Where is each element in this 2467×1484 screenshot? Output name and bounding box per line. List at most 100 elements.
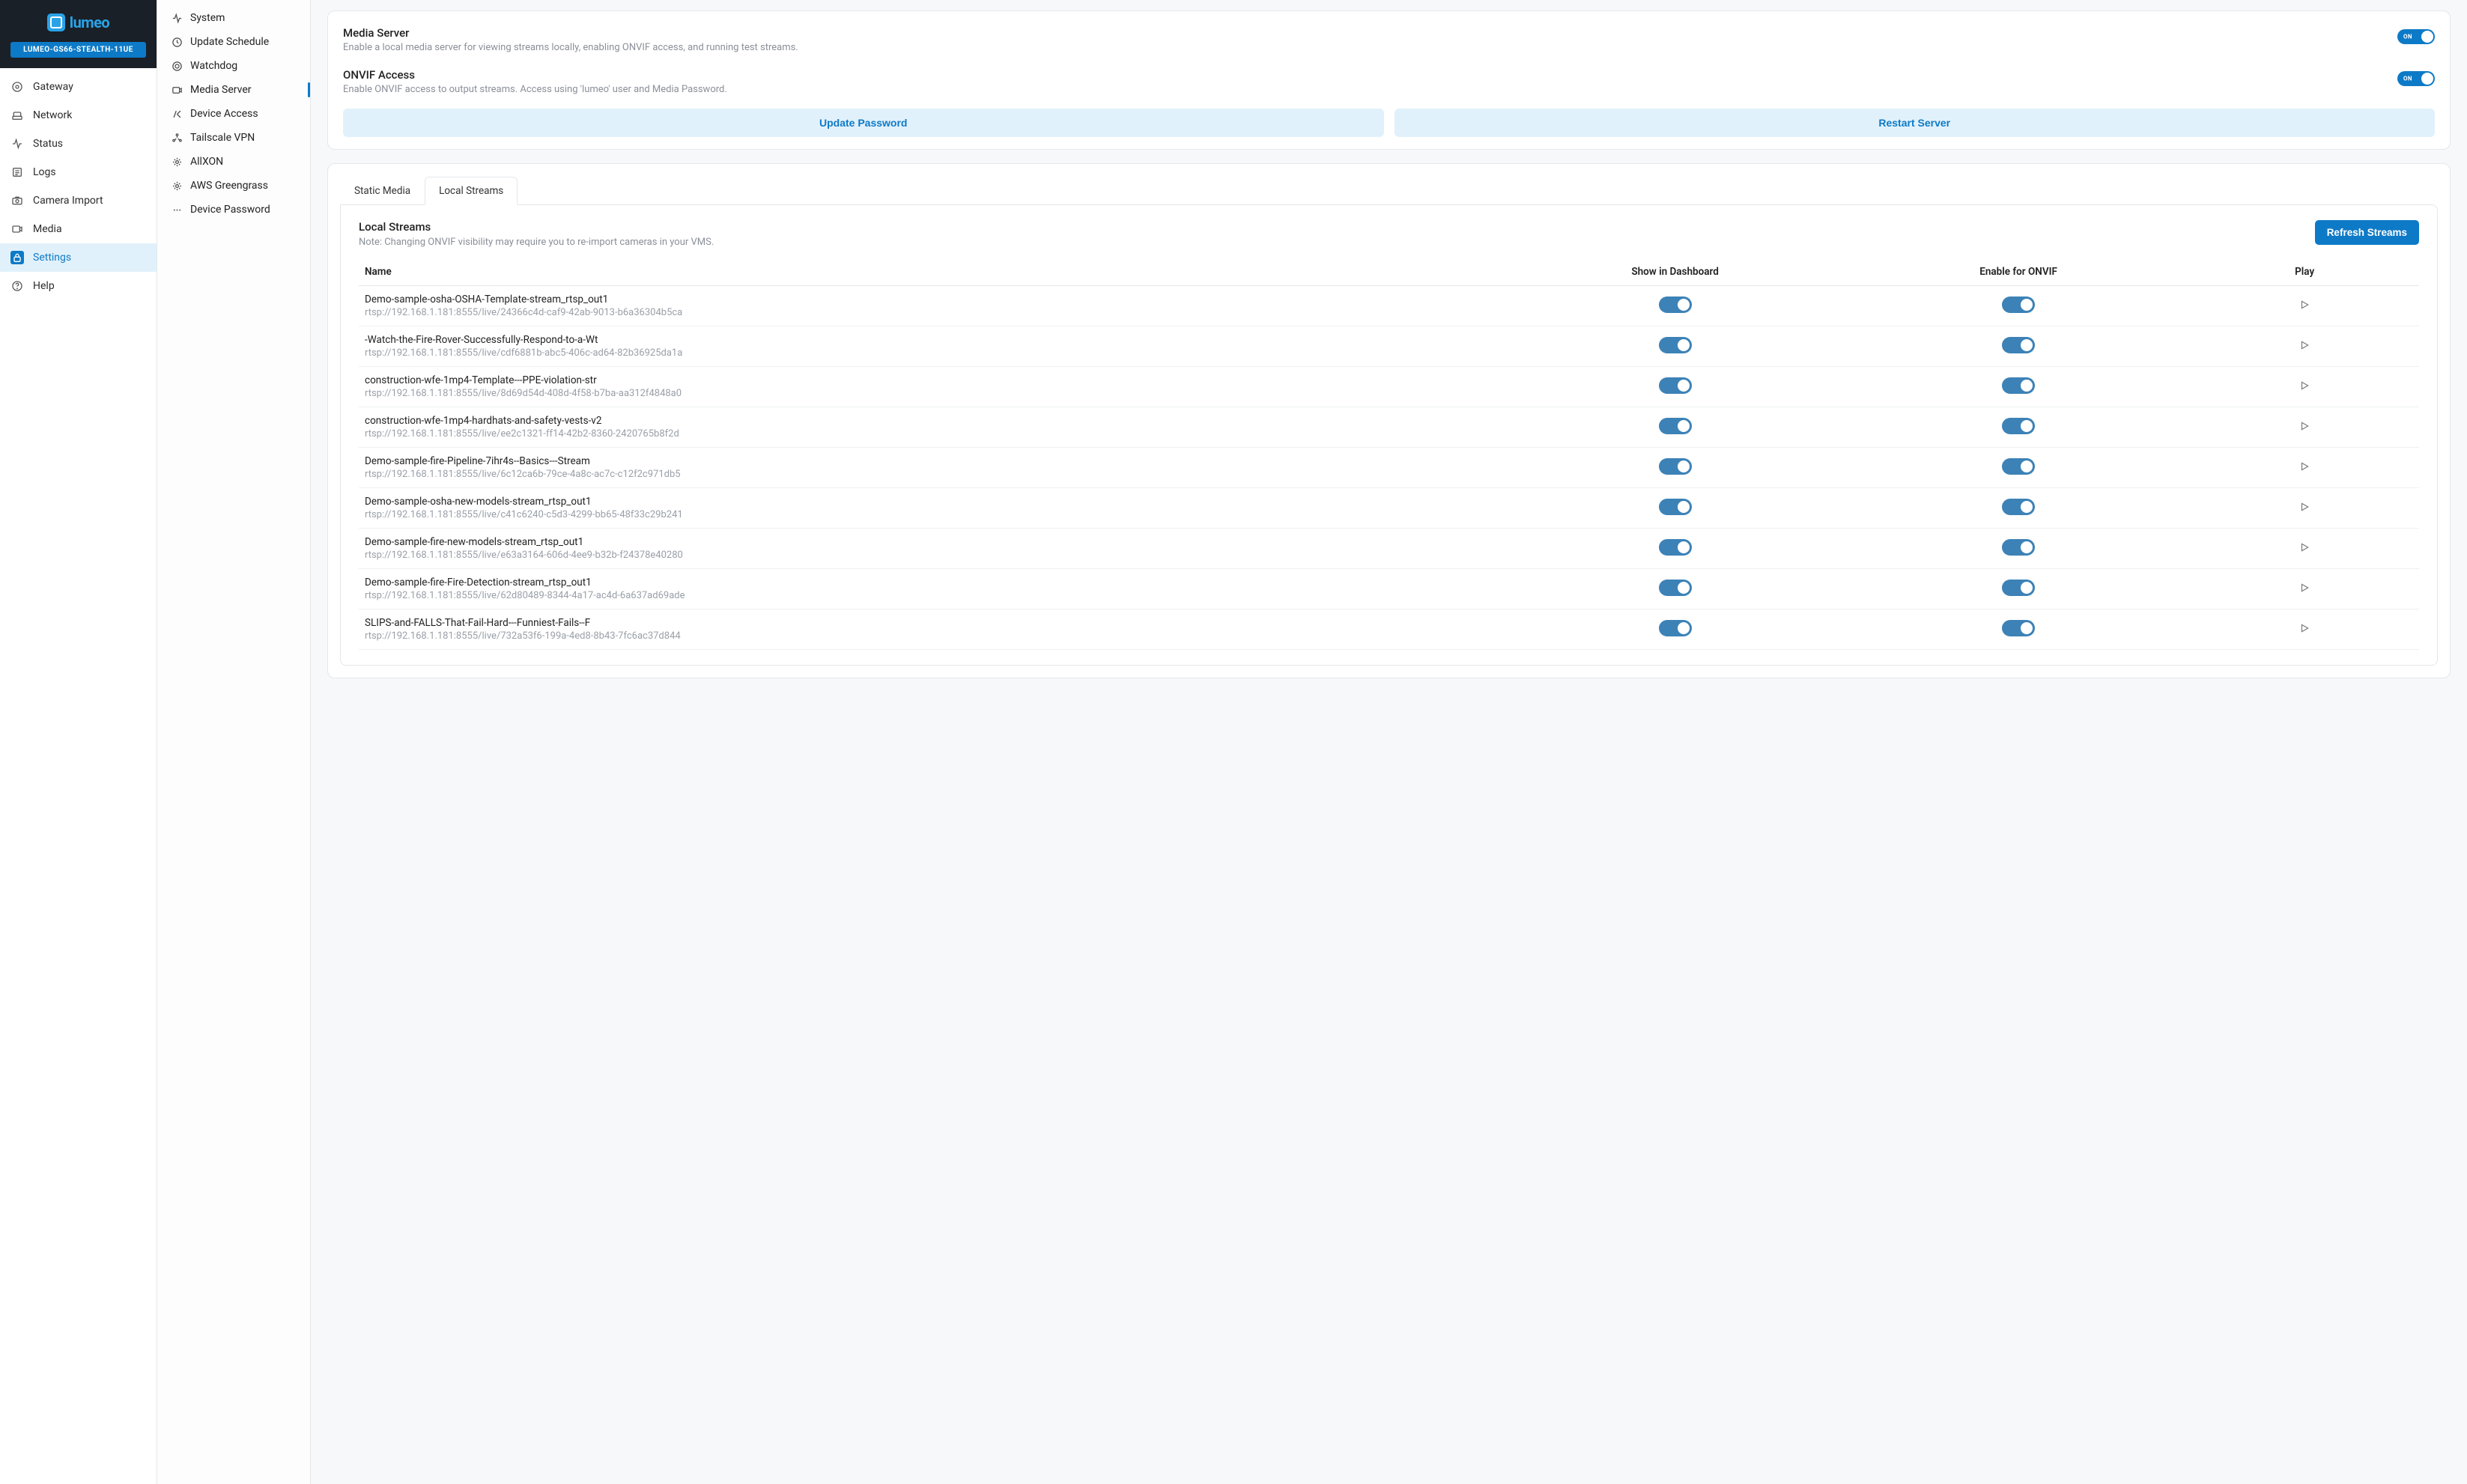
- update-schedule-icon: [171, 36, 183, 48]
- onvif-toggle[interactable]: ON: [2397, 71, 2435, 86]
- dashboard-toggle[interactable]: [1659, 297, 1692, 313]
- device-access-icon: [171, 108, 183, 120]
- onvif-desc: Enable ONVIF access to output streams. A…: [343, 84, 727, 95]
- onvif-row-toggle[interactable]: [2002, 580, 2035, 596]
- tab-static-media[interactable]: Static Media: [340, 177, 425, 205]
- dashboard-toggle[interactable]: [1659, 499, 1692, 515]
- secondary-nav-tailscale-vpn[interactable]: Tailscale VPN: [157, 126, 310, 150]
- secondary-nav-label: AllXON: [190, 156, 223, 168]
- dashboard-toggle[interactable]: [1659, 337, 1692, 353]
- aws-greengrass-icon: [171, 180, 183, 192]
- stream-name: Demo-sample-osha-OSHA-Template-stream_rt…: [365, 294, 1497, 305]
- streams-table: Name Show in Dashboard Enable for ONVIF …: [359, 258, 2419, 650]
- secondary-nav-aws-greengrass[interactable]: AWS Greengrass: [157, 174, 310, 198]
- primary-nav-label: Logs: [33, 166, 56, 178]
- onvif-row-toggle[interactable]: [2002, 418, 2035, 434]
- dashboard-toggle[interactable]: [1659, 580, 1692, 596]
- play-icon[interactable]: [2299, 542, 2310, 553]
- primary-nav-status[interactable]: Status: [0, 130, 157, 158]
- streams-card: Static MediaLocal Streams Local Streams …: [327, 163, 2451, 678]
- help-icon: [10, 279, 24, 293]
- secondary-nav-allxon[interactable]: AllXON: [157, 150, 310, 174]
- watchdog-icon: [171, 60, 183, 72]
- media-icon: [10, 222, 24, 236]
- onvif-row-toggle[interactable]: [2002, 377, 2035, 394]
- status-icon: [10, 137, 24, 150]
- device-password-icon: [171, 204, 183, 216]
- primary-nav: GatewayNetwork Status Logs Camera Import Med…: [0, 68, 157, 1484]
- secondary-nav-device-access[interactable]: Device Access: [157, 102, 310, 126]
- dashboard-toggle[interactable]: [1659, 620, 1692, 636]
- restart-server-button[interactable]: Restart Server: [1395, 109, 2436, 137]
- secondary-nav-update-schedule[interactable]: Update Schedule: [157, 30, 310, 54]
- primary-nav-network[interactable]: Network: [0, 101, 157, 130]
- brand-name: lumeo: [70, 13, 109, 31]
- stream-name: Demo-sample-fire-new-models-stream_rtsp_…: [365, 536, 1497, 548]
- primary-nav-help[interactable]: Help: [0, 272, 157, 300]
- secondary-nav-label: System: [190, 12, 225, 24]
- local-streams-panel: Local Streams Note: Changing ONVIF visib…: [340, 204, 2438, 666]
- primary-nav-label: Status: [33, 138, 63, 150]
- update-password-button[interactable]: Update Password: [343, 109, 1384, 137]
- stream-row: construction-wfe-1mp4-Template---PPE-vio…: [359, 367, 2419, 407]
- onvif-row-toggle[interactable]: [2002, 337, 2035, 353]
- main-content: Media Server Enable a local media server…: [311, 0, 2467, 1484]
- secondary-nav-label: Device Access: [190, 108, 258, 120]
- play-icon[interactable]: [2299, 299, 2310, 310]
- onvif-row-toggle[interactable]: [2002, 499, 2035, 515]
- stream-name: Demo-sample-osha-new-models-stream_rtsp_…: [365, 496, 1497, 508]
- media-server-toggle[interactable]: ON: [2397, 29, 2435, 44]
- play-icon[interactable]: [2299, 461, 2310, 472]
- stream-url: rtsp://192.168.1.181:8555/live/cdf6881b-…: [365, 347, 1497, 359]
- secondary-nav-device-password[interactable]: Device Password: [157, 198, 310, 222]
- play-icon[interactable]: [2299, 421, 2310, 431]
- gateway-badge: LUMEO-GS66-STEALTH-11UE: [10, 42, 146, 58]
- onvif-row-toggle[interactable]: [2002, 297, 2035, 313]
- panel-note: Note: Changing ONVIF visibility may requ…: [359, 237, 714, 248]
- secondary-nav-watchdog[interactable]: Watchdog: [157, 54, 310, 78]
- secondary-nav-label: Watchdog: [190, 60, 237, 72]
- dashboard-toggle[interactable]: [1659, 377, 1692, 394]
- play-icon[interactable]: [2299, 380, 2310, 391]
- primary-nav-camera-import[interactable]: Camera Import: [0, 186, 157, 215]
- primary-nav-label: Camera Import: [33, 195, 103, 207]
- stream-url: rtsp://192.168.1.181:8555/live/ee2c1321-…: [365, 428, 1497, 440]
- stream-name: SLIPS-and-FALLS-That-Fail-Hard---Funnies…: [365, 617, 1497, 629]
- play-icon[interactable]: [2299, 583, 2310, 593]
- primary-nav-settings[interactable]: Settings: [0, 243, 157, 272]
- tab-local-streams[interactable]: Local Streams: [425, 177, 518, 205]
- media-server-icon: [171, 84, 183, 96]
- play-icon[interactable]: [2299, 340, 2310, 350]
- primary-nav-logs[interactable]: Logs: [0, 158, 157, 186]
- stream-url: rtsp://192.168.1.181:8555/live/8d69d54d-…: [365, 388, 1497, 399]
- play-icon[interactable]: [2299, 502, 2310, 512]
- primary-nav-gateway[interactable]: Gateway: [0, 73, 157, 101]
- onvif-title: ONVIF Access: [343, 68, 727, 82]
- secondary-nav-system[interactable]: System: [157, 6, 310, 30]
- onvif-row-toggle[interactable]: [2002, 458, 2035, 475]
- stream-url: rtsp://192.168.1.181:8555/live/24366c4d-…: [365, 307, 1497, 318]
- onvif-row-toggle[interactable]: [2002, 620, 2035, 636]
- onvif-row-toggle[interactable]: [2002, 539, 2035, 556]
- allxon-icon: [171, 156, 183, 168]
- col-name: Name: [359, 258, 1503, 286]
- dashboard-toggle[interactable]: [1659, 418, 1692, 434]
- dashboard-toggle[interactable]: [1659, 458, 1692, 475]
- onvif-setting: ONVIF Access Enable ONVIF access to outp…: [343, 62, 2435, 104]
- logo-mark-icon: [47, 13, 65, 31]
- secondary-sidebar: System Update Schedule Watchdog Media Serve…: [157, 0, 311, 1484]
- dashboard-toggle[interactable]: [1659, 539, 1692, 556]
- stream-url: rtsp://192.168.1.181:8555/live/e63a3164-…: [365, 550, 1497, 561]
- sidebar-header: lumeo LUMEO-GS66-STEALTH-11UE: [0, 0, 157, 68]
- stream-row: SLIPS-and-FALLS-That-Fail-Hard---Funnies…: [359, 609, 2419, 650]
- panel-title: Local Streams: [359, 220, 714, 234]
- refresh-streams-button[interactable]: Refresh Streams: [2315, 220, 2419, 245]
- play-icon[interactable]: [2299, 623, 2310, 633]
- secondary-nav-label: Update Schedule: [190, 36, 269, 48]
- secondary-nav-label: AWS Greengrass: [190, 180, 268, 192]
- secondary-nav-label: Media Server: [190, 84, 252, 96]
- primary-nav-media[interactable]: Media: [0, 215, 157, 243]
- secondary-nav-media-server[interactable]: Media Server: [157, 78, 310, 102]
- stream-row: Demo-sample-osha-new-models-stream_rtsp_…: [359, 488, 2419, 529]
- col-dashboard: Show in Dashboard: [1503, 258, 1846, 286]
